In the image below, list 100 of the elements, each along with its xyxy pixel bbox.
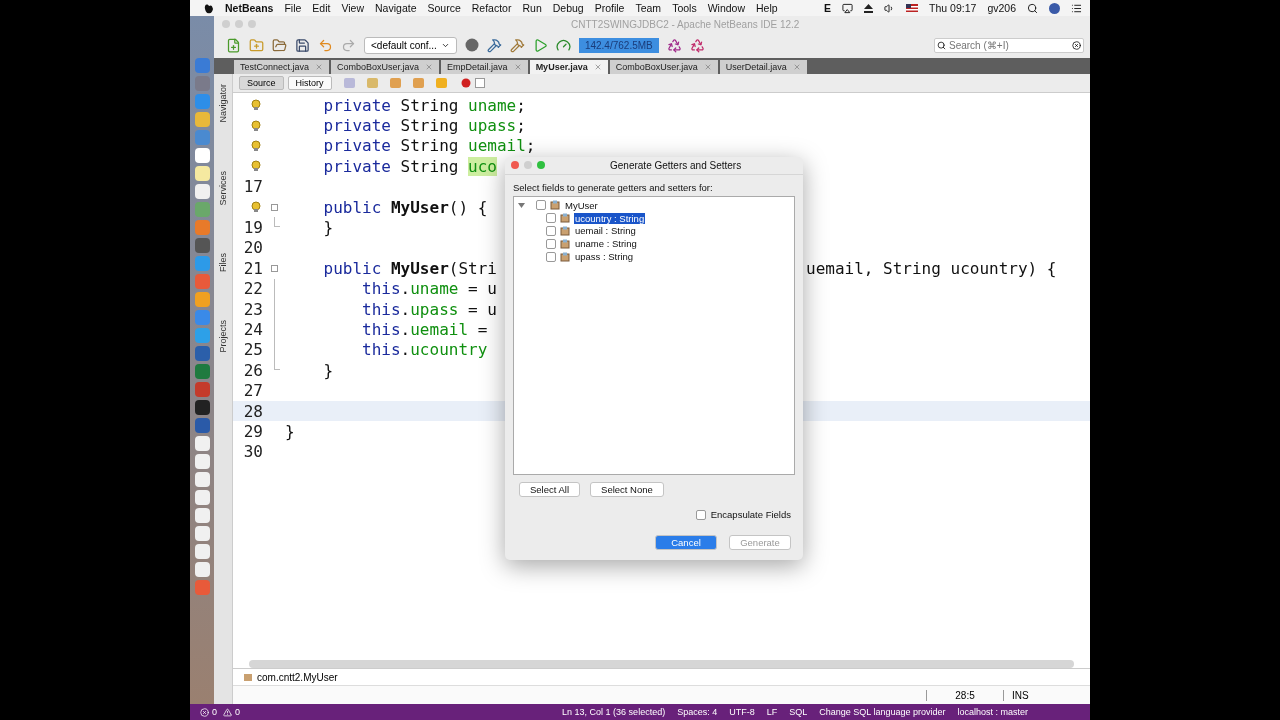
menu-item[interactable]: Navigate <box>375 2 417 14</box>
open-folder-icon[interactable] <box>272 37 287 53</box>
new-project-icon[interactable] <box>249 37 264 53</box>
status-item[interactable]: Spaces: 4 <box>677 707 718 717</box>
sphere-icon[interactable] <box>464 38 479 52</box>
close-icon[interactable] <box>703 63 712 71</box>
checkbox[interactable] <box>546 213 556 224</box>
side-panel-tab[interactable]: Files <box>218 253 228 273</box>
checkbox[interactable] <box>546 225 556 236</box>
status-item[interactable]: Ln 13, Col 1 (36 selected) <box>562 707 666 717</box>
close-icon[interactable] <box>315 63 324 71</box>
avatar-icon[interactable] <box>1049 2 1060 14</box>
close-icon[interactable] <box>792 63 801 71</box>
close-icon[interactable] <box>513 63 522 71</box>
select-button[interactable]: Select All <box>519 482 581 497</box>
error-icon[interactable] <box>200 707 209 717</box>
menu-item[interactable]: Refactor <box>471 2 512 14</box>
status-item[interactable]: SQL <box>789 707 808 717</box>
lightbulb-icon[interactable] <box>251 99 261 112</box>
app-icon[interactable] <box>194 472 210 487</box>
tree-item[interactable]: uname : String <box>574 238 638 250</box>
menu-item[interactable]: View <box>341 2 365 14</box>
file-tab[interactable]: ComboBoxUser.java <box>609 60 718 74</box>
app-icon[interactable] <box>194 400 210 415</box>
close-icon[interactable] <box>593 63 602 71</box>
input-source[interactable]: E <box>824 2 832 14</box>
menu-item[interactable]: Run <box>522 2 542 14</box>
app-icon[interactable] <box>194 436 210 451</box>
app-icon[interactable] <box>194 562 210 577</box>
file-tab[interactable]: ComboBoxUser.java <box>331 60 440 74</box>
clear-icon[interactable] <box>1072 40 1081 50</box>
toolbar-icon[interactable] <box>412 78 424 88</box>
recycle-icon[interactable] <box>666 37 682 53</box>
app-icon[interactable] <box>194 526 210 541</box>
checkbox[interactable] <box>695 509 706 520</box>
app-icon[interactable] <box>194 508 210 523</box>
app-icon[interactable] <box>194 238 210 253</box>
menu-item[interactable]: Profile <box>594 2 625 14</box>
toolbar-icon[interactable] <box>366 78 378 88</box>
zoom-button[interactable] <box>537 161 545 170</box>
error-count[interactable]: 0 <box>212 707 217 717</box>
toolbar-icon[interactable] <box>435 78 447 88</box>
tree-item[interactable]: upass : String <box>574 251 635 262</box>
editor-view-tab[interactable]: Source <box>239 76 284 90</box>
tree-item[interactable]: uemail : String <box>574 225 637 237</box>
menu-item[interactable]: Window <box>707 2 745 14</box>
editor-view-tab[interactable]: History <box>287 76 332 90</box>
close-icon[interactable] <box>425 63 434 71</box>
lightbulb-icon[interactable] <box>251 139 261 152</box>
close-button[interactable] <box>511 161 519 170</box>
toolbar-icon[interactable] <box>343 78 355 88</box>
status-item[interactable]: Change SQL language provider <box>819 707 946 717</box>
lightbulb-icon[interactable] <box>251 160 261 173</box>
checkbox[interactable] <box>546 251 556 262</box>
fold-marker[interactable] <box>270 203 278 211</box>
new-file-icon[interactable] <box>226 37 241 53</box>
app-icon[interactable] <box>194 148 210 163</box>
menu-item[interactable]: Tools <box>672 2 697 14</box>
side-panel-tab[interactable]: Projects <box>218 320 228 353</box>
clock[interactable]: Thu 09:17 <box>929 2 977 14</box>
tree-item[interactable]: MyUser <box>564 199 599 211</box>
checkbox[interactable] <box>546 238 556 249</box>
file-tab[interactable]: MyUser.java <box>529 60 608 74</box>
gauge-icon[interactable] <box>555 37 571 53</box>
scrollbar[interactable] <box>249 660 1074 668</box>
app-icon[interactable] <box>194 166 210 181</box>
lightbulb-icon[interactable] <box>251 201 261 214</box>
stop-icon[interactable] <box>474 78 485 88</box>
side-panel-tab[interactable]: Navigator <box>218 84 228 123</box>
app-icon[interactable] <box>194 184 210 199</box>
recycle-icon[interactable] <box>689 37 705 53</box>
status-item[interactable]: LF <box>766 707 778 717</box>
undo-icon[interactable] <box>318 37 333 53</box>
menu-item[interactable]: Help <box>756 2 778 14</box>
expand-arrow-icon[interactable] <box>518 201 525 209</box>
file-tab[interactable]: TestConnect.java <box>234 60 330 74</box>
eject-icon[interactable] <box>864 3 874 13</box>
run-icon[interactable] <box>532 37 548 53</box>
menu-item[interactable]: File <box>284 2 302 14</box>
file-tab[interactable]: EmpDetail.java <box>441 60 528 74</box>
warning-count[interactable]: 0 <box>235 707 241 717</box>
lightbulb-icon[interactable] <box>251 119 261 132</box>
menu-item[interactable]: Edit <box>312 2 331 14</box>
warning-icon[interactable] <box>223 707 232 717</box>
select-button[interactable]: Select None <box>590 482 664 497</box>
hammer-icon[interactable] <box>509 37 525 53</box>
user-name[interactable]: gv206 <box>987 2 1016 14</box>
checkbox-label[interactable]: Encapsulate Fields <box>710 509 791 520</box>
config-dropdown[interactable]: <default conf... <box>364 36 457 54</box>
list-icon[interactable] <box>1071 2 1082 14</box>
checkbox[interactable] <box>536 200 546 211</box>
menu-item[interactable]: Team <box>635 2 662 14</box>
status-item[interactable]: localhost : master <box>957 707 1028 717</box>
search-field[interactable]: Search (⌘+I) <box>934 37 1084 53</box>
status-item[interactable]: UTF-8 <box>729 707 755 717</box>
menu-item[interactable]: Source <box>427 2 461 14</box>
redo-icon[interactable] <box>341 37 356 53</box>
app-icon[interactable] <box>194 454 210 469</box>
record-icon[interactable] <box>460 78 471 88</box>
flag-icon[interactable] <box>906 4 919 12</box>
